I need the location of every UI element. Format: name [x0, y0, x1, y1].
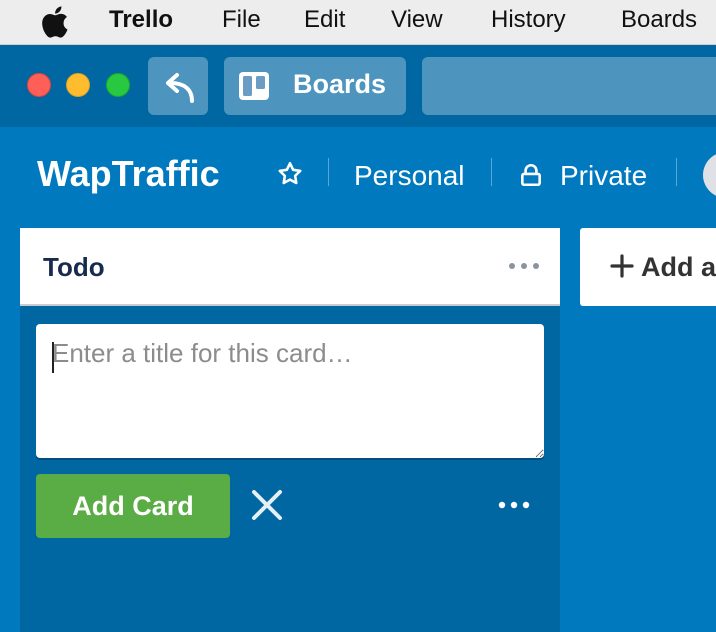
- apple-logo-icon[interactable]: [41, 6, 69, 38]
- boards-button[interactable]: Boards: [224, 57, 406, 115]
- list-title[interactable]: Todo: [43, 252, 105, 283]
- add-list-button[interactable]: Add a: [580, 228, 716, 306]
- list-todo: Todo Add Card: [20, 228, 560, 632]
- menu-boards[interactable]: Boards: [621, 6, 697, 34]
- avatar[interactable]: [703, 152, 716, 198]
- ellipsis-icon[interactable]: [506, 252, 542, 280]
- header-divider: [328, 158, 329, 186]
- list-header: Todo: [20, 228, 560, 306]
- boards-button-label: Boards: [293, 69, 387, 99]
- close-icon[interactable]: [250, 488, 284, 522]
- menu-app-name[interactable]: Trello: [109, 6, 173, 34]
- star-icon[interactable]: [276, 160, 304, 188]
- ellipsis-icon[interactable]: [494, 498, 534, 512]
- menu-edit[interactable]: Edit: [304, 6, 345, 34]
- board-visibility-button[interactable]: Private: [560, 160, 647, 192]
- text-caret: [52, 342, 54, 373]
- search-bar[interactable]: [422, 57, 716, 115]
- menu-history[interactable]: History: [491, 6, 566, 34]
- menu-view[interactable]: View: [391, 6, 443, 34]
- add-list-label: Add a: [641, 252, 716, 282]
- add-card-button[interactable]: Add Card: [36, 474, 230, 538]
- header-divider: [491, 158, 492, 186]
- window-minimize-button[interactable]: [66, 73, 90, 97]
- lock-icon: [521, 164, 541, 187]
- window-close-button[interactable]: [27, 73, 51, 97]
- menu-file[interactable]: File: [222, 6, 261, 34]
- card-composer: [36, 324, 544, 458]
- header-divider: [676, 158, 677, 186]
- board-title[interactable]: WapTraffic: [37, 153, 220, 195]
- back-button[interactable]: [148, 57, 208, 115]
- window-zoom-button[interactable]: [106, 73, 130, 97]
- plus-icon: [610, 254, 634, 278]
- menu-bar: Trello File Edit View History Boards: [0, 0, 716, 45]
- board-team-button[interactable]: Personal: [354, 160, 465, 192]
- card-title-input[interactable]: [36, 324, 544, 458]
- back-arrow-icon: [166, 73, 194, 103]
- boards-icon: [239, 72, 269, 100]
